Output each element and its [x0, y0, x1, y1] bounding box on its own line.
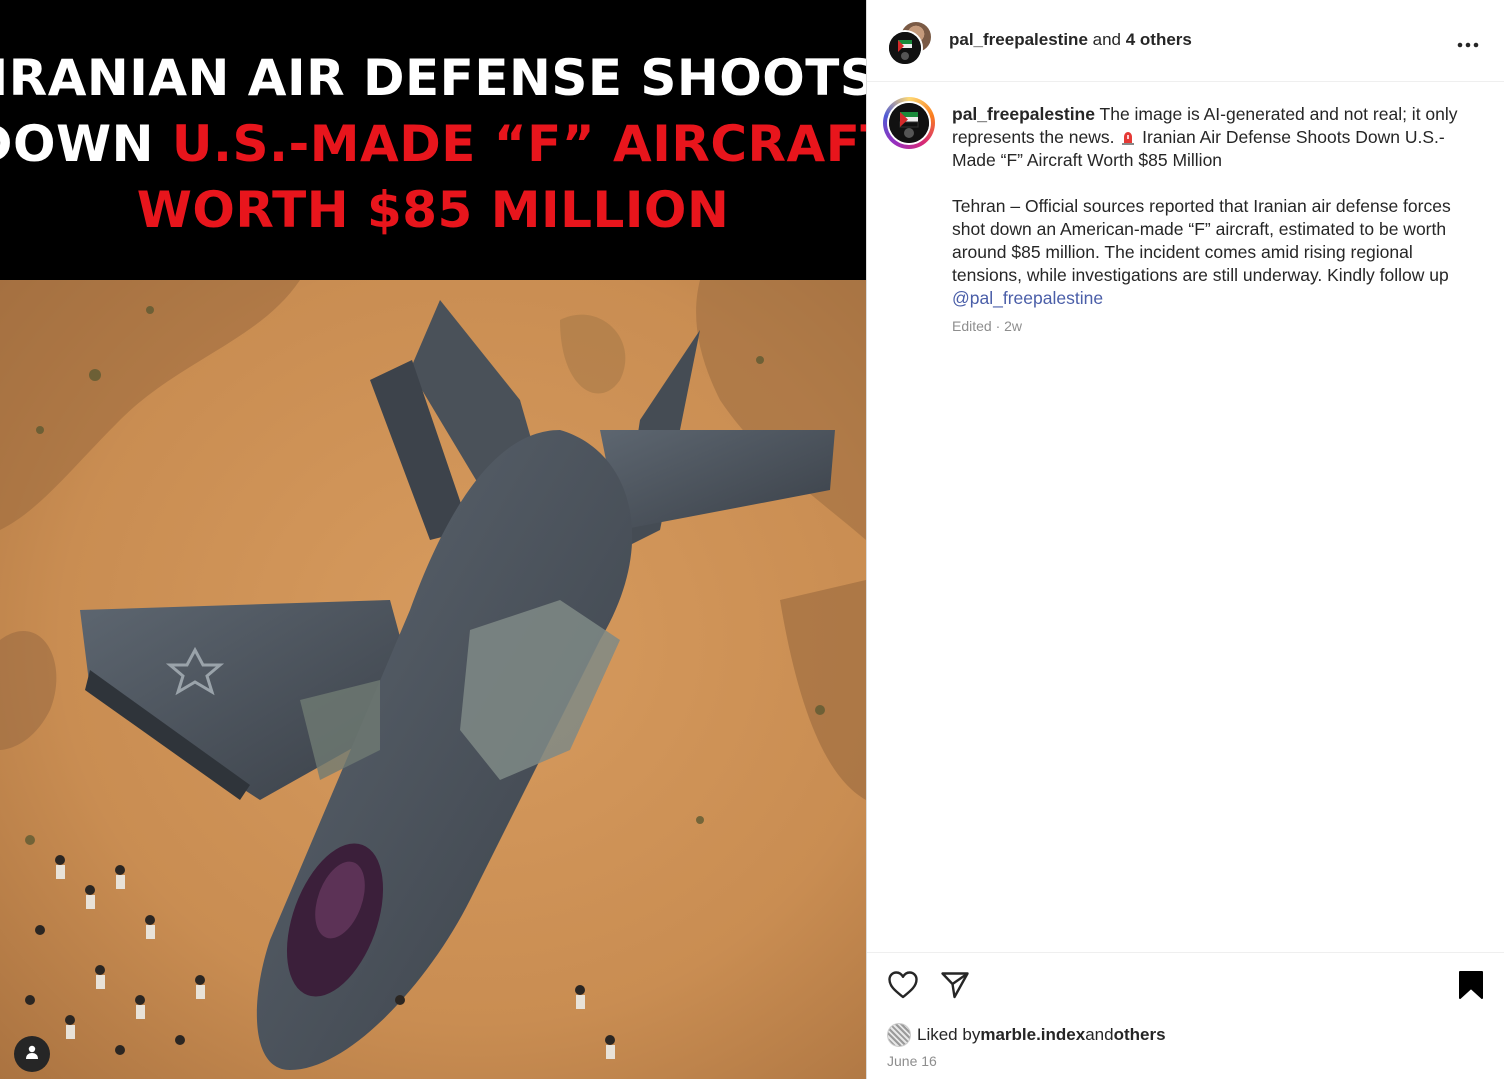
- collab-avatars[interactable]: [887, 20, 933, 66]
- caption-avatar-image: [889, 103, 929, 143]
- likes-summary: Liked by marble.index and others: [887, 1023, 1166, 1047]
- others-link[interactable]: 4 others: [1126, 30, 1192, 49]
- post-details-panel: pal_freepalestine and 4 others pal_freep…: [866, 0, 1505, 1079]
- user-icon: [24, 1044, 40, 1065]
- headline-line-1: IRANIAN AIR DEFENSE SHOOTS: [0, 49, 866, 107]
- mention-link[interactable]: @pal_freepalestine: [952, 288, 1103, 308]
- headline-line-2-red: U.S.-MADE “F” AIRCRAFT: [171, 115, 866, 173]
- post-header: pal_freepalestine and 4 others: [867, 0, 1504, 82]
- caption-avatar[interactable]: [883, 97, 935, 149]
- more-dots-icon: [1457, 28, 1479, 54]
- send-icon: [940, 970, 970, 1005]
- like-button[interactable]: [887, 970, 919, 1005]
- post-date[interactable]: June 16: [887, 1053, 937, 1069]
- caption-meta: Edited · 2w: [952, 318, 1023, 334]
- caption-username[interactable]: pal_freepalestine: [952, 104, 1095, 124]
- image-headline: IRANIAN AIR DEFENSE SHOOTS DOWN U.S.-MAD…: [0, 0, 866, 280]
- tagged-users-button[interactable]: [14, 1036, 50, 1072]
- post-media[interactable]: IRANIAN AIR DEFENSE SHOOTS DOWN U.S.-MAD…: [0, 0, 866, 1079]
- save-button[interactable]: [1455, 970, 1487, 1005]
- liker-username[interactable]: marble.index: [980, 1025, 1085, 1045]
- crashed-jet-photo: [0, 280, 866, 1079]
- caption-body: Tehran – Official sources reported that …: [952, 196, 1451, 285]
- liker-avatar[interactable]: [887, 1023, 911, 1047]
- heart-icon: [887, 970, 919, 1005]
- siren-icon: [1121, 128, 1135, 145]
- headline-line-2-white: DOWN: [0, 115, 154, 173]
- collab-avatar-primary: [887, 30, 923, 66]
- headline-line-2: DOWN U.S.-MADE “F” AIRCRAFT: [0, 111, 866, 177]
- liked-prefix: Liked by: [917, 1025, 981, 1044]
- liked-joiner: and: [1085, 1025, 1114, 1044]
- headline-line-3: WORTH $85 MILLION: [136, 181, 730, 239]
- caption-paragraph-2: Tehran – Official sources reported that …: [952, 195, 1472, 310]
- likes-others-link[interactable]: others: [1114, 1025, 1166, 1045]
- caption-paragraph-1: pal_freepalestine The image is AI-genera…: [952, 103, 1472, 172]
- caption-avatar-ring: [887, 101, 931, 145]
- share-button[interactable]: [939, 971, 971, 1003]
- owner-username[interactable]: pal_freepalestine: [949, 30, 1088, 49]
- post-actions: Liked by marble.index and others June 16: [867, 952, 1504, 1080]
- owner-joiner: and: [1087, 30, 1126, 49]
- more-options-button[interactable]: [1453, 28, 1483, 54]
- post-owners[interactable]: pal_freepalestine and 4 others: [949, 30, 1192, 50]
- caption-text: pal_freepalestine The image is AI-genera…: [952, 103, 1472, 310]
- bookmark-icon: [1458, 970, 1484, 1005]
